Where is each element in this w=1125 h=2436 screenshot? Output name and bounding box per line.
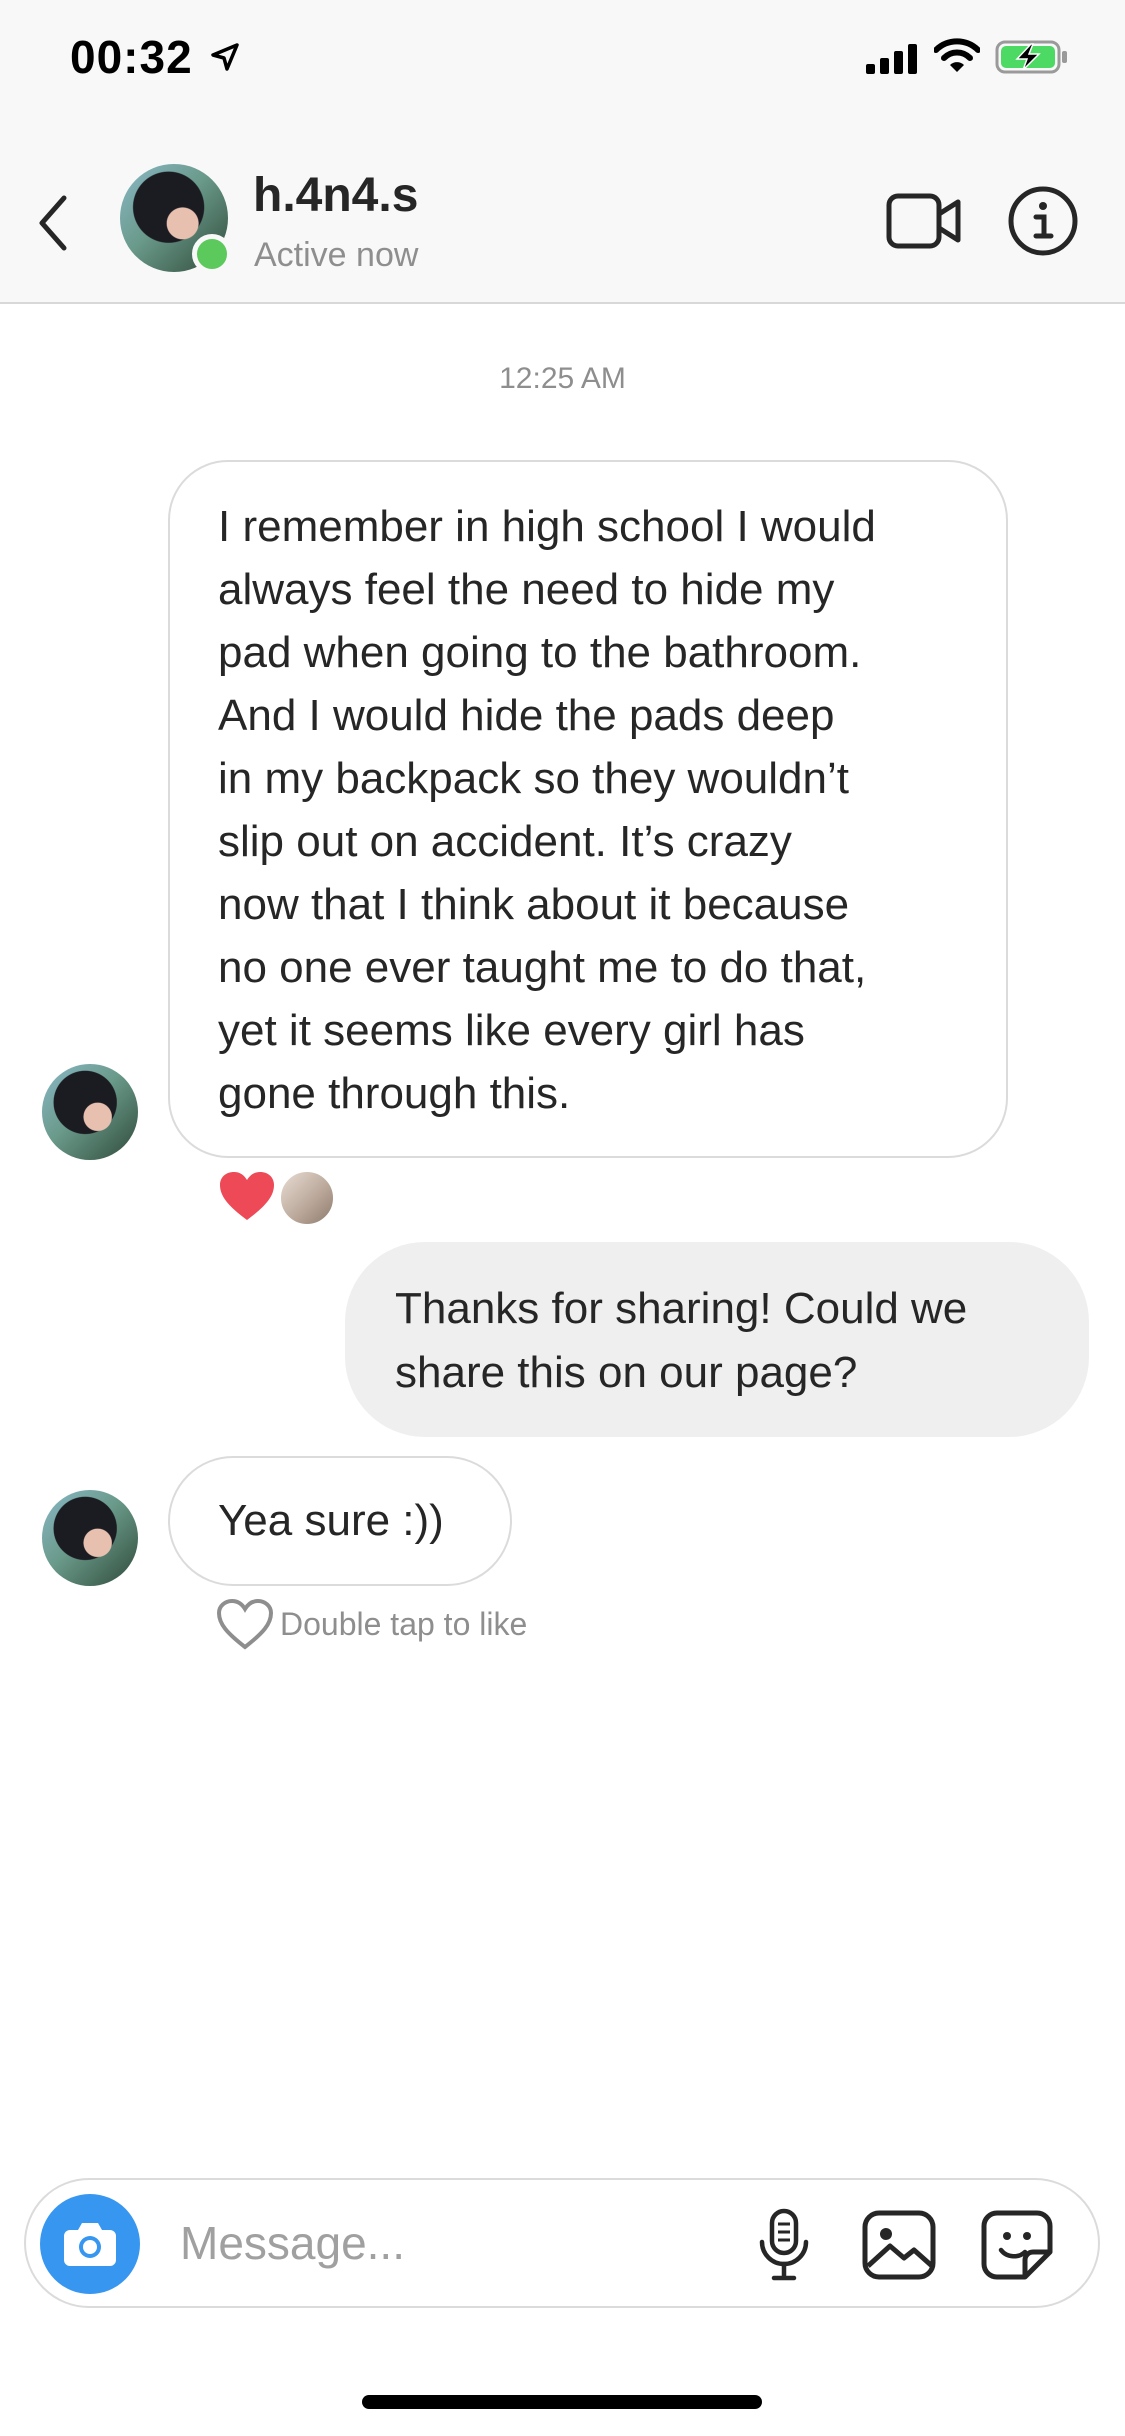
camera-button[interactable]: [40, 2194, 140, 2294]
message-timestamp: 12:25 AM: [499, 362, 626, 395]
status-time: 00:32: [70, 31, 193, 83]
message-line: share this on our page?: [395, 1348, 858, 1397]
incoming-message-bubble[interactable]: I remember in high school I would always…: [168, 460, 1008, 1158]
online-indicator: [192, 234, 232, 274]
location-arrow-icon: [211, 43, 239, 71]
message-line: And I would hide the pads deep: [218, 691, 835, 740]
message-text: Yea sure :)): [218, 1496, 444, 1545]
video-call-button[interactable]: [886, 190, 962, 252]
home-indicator[interactable]: [362, 2395, 762, 2409]
message-line: slip out on accident. It’s crazy: [218, 817, 792, 866]
message-composer: [24, 2178, 1100, 2308]
gallery-icon[interactable]: [862, 2210, 936, 2280]
message-line: in my backpack so they wouldn’t: [218, 754, 849, 803]
message-line: now that I think about it because: [218, 880, 850, 929]
message-line: always feel the need to hide my: [218, 565, 835, 614]
outgoing-message-bubble[interactable]: Thanks for sharing! Could we share this …: [345, 1242, 1089, 1437]
message-line: I remember in high school I would: [218, 502, 876, 551]
battery-charging-icon: [995, 40, 1067, 74]
reactor-avatar[interactable]: [279, 1170, 335, 1226]
chat-username[interactable]: h.4n4.s: [253, 168, 418, 223]
microphone-icon[interactable]: [756, 2208, 812, 2282]
heart-reaction-icon[interactable]: [218, 1170, 276, 1222]
message-line: gone through this.: [218, 1069, 571, 1118]
sticker-icon[interactable]: [981, 2210, 1053, 2280]
message-line: Thanks for sharing! Could we: [395, 1284, 968, 1333]
chat-header: h.4n4.s Active now: [0, 140, 1125, 304]
incoming-message-bubble[interactable]: Yea sure :)): [168, 1456, 512, 1586]
camera-icon: [64, 2223, 116, 2266]
profile-avatar[interactable]: [120, 164, 232, 274]
heart-outline-icon[interactable]: [216, 1598, 274, 1650]
double-tap-hint: Double tap to like: [280, 1606, 528, 1642]
active-status: Active now: [254, 236, 419, 274]
sender-avatar[interactable]: [42, 1064, 138, 1160]
message-line: no one ever taught me to do that,: [218, 943, 867, 992]
cellular-signal-icon: [866, 44, 917, 74]
message-line: pad when going to the bathroom.: [218, 628, 862, 677]
message-input[interactable]: [180, 2205, 720, 2281]
back-button[interactable]: [30, 188, 80, 258]
status-bar: 00:32: [0, 0, 1125, 140]
info-button[interactable]: [1006, 184, 1080, 258]
wifi-icon: [934, 38, 980, 72]
sender-avatar[interactable]: [42, 1490, 138, 1586]
message-line: yet it seems like every girl has: [218, 1006, 805, 1055]
